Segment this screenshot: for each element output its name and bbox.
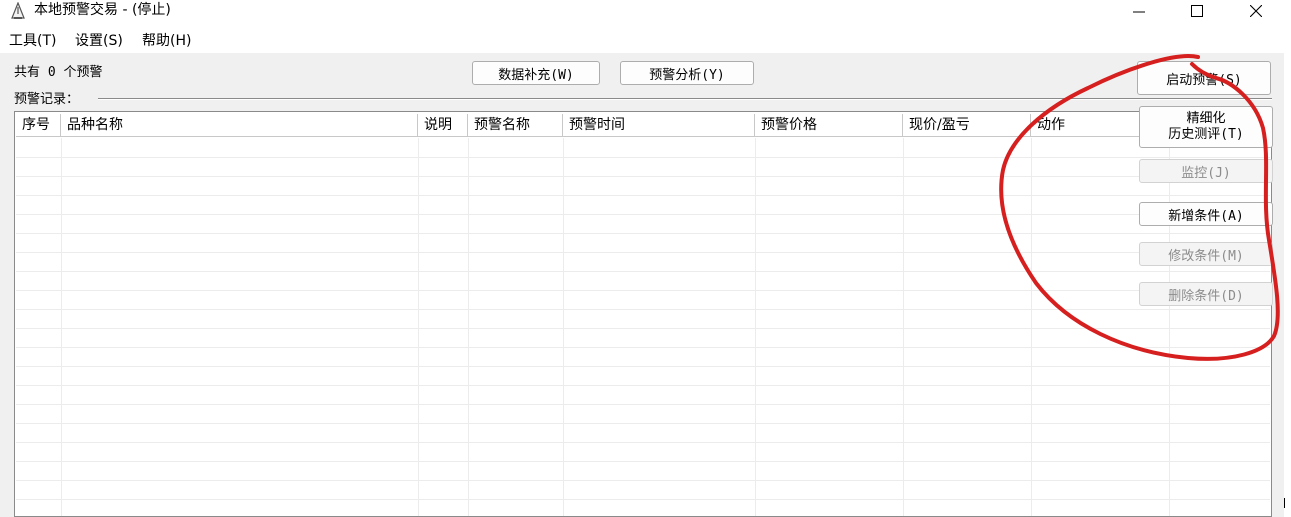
grid-row-line <box>16 423 1270 424</box>
grid-row-line <box>16 252 1270 253</box>
grid-row-line <box>16 442 1270 443</box>
group-divider <box>98 98 1272 100</box>
column-header-price-pnl[interactable]: 现价/盈亏 <box>903 114 1031 137</box>
column-header-alert-time[interactable]: 预警时间 <box>563 114 755 137</box>
data-fill-button[interactable]: 数据补充(W) <box>472 61 600 85</box>
column-header-alert-name[interactable]: 预警名称 <box>468 114 563 137</box>
alert-count-label: 共有 0 个预警 <box>14 65 103 80</box>
maximize-icon <box>1191 5 1203 17</box>
grid-row-line <box>16 480 1270 481</box>
grid-row-line <box>16 176 1270 177</box>
add-condition-button[interactable]: 新增条件(A) <box>1139 202 1273 226</box>
close-icon <box>1250 5 1262 17</box>
grid-row-line <box>16 195 1270 196</box>
maximize-button[interactable] <box>1174 0 1220 22</box>
column-header-index[interactable]: 序号 <box>16 114 61 137</box>
start-alert-button[interactable]: 启动预警(S) <box>1137 61 1271 95</box>
minimize-icon <box>1133 5 1145 17</box>
grid-row-line <box>16 385 1270 386</box>
grid-row-line <box>16 157 1270 158</box>
column-header-name[interactable]: 品种名称 <box>61 114 418 137</box>
edit-condition-button[interactable]: 修改条件(M) <box>1139 242 1273 266</box>
minimize-button[interactable] <box>1116 0 1162 22</box>
window-title: 本地预警交易 - (停止) <box>34 2 171 18</box>
monitor-button[interactable]: 监控(J) <box>1139 159 1273 183</box>
records-group-label: 预警记录： <box>14 91 84 108</box>
grid-row-line <box>16 290 1270 291</box>
grid-row-line <box>16 499 1270 500</box>
grid-row-line <box>16 214 1270 215</box>
grid-row-line <box>16 404 1270 405</box>
delete-condition-button[interactable]: 删除条件(D) <box>1139 282 1273 306</box>
refine-label-line2: 历史测评(T) <box>1168 127 1244 142</box>
triangle-alert-icon <box>10 1 26 20</box>
grid-row-line <box>16 461 1270 462</box>
menu-help[interactable]: 帮助(H) <box>142 33 191 50</box>
grid-row-line <box>16 233 1270 234</box>
grid-row-line <box>16 328 1270 329</box>
window-right-edge <box>1284 29 1291 517</box>
resize-grip[interactable] <box>1284 498 1285 508</box>
alert-records-table[interactable]: 序号 品种名称 说明 预警名称 预警时间 预警价格 现价/盈亏 动作 <box>14 111 1272 517</box>
menu-settings[interactable]: 设置(S) <box>75 33 123 50</box>
menu-bar: 工具(T) 设置(S) 帮助(H) <box>0 29 1284 53</box>
alert-analysis-button[interactable]: 预警分析(Y) <box>620 61 754 85</box>
grid-row-line <box>16 366 1270 367</box>
grid-row-line <box>16 309 1270 310</box>
column-header-note[interactable]: 说明 <box>418 114 468 137</box>
menu-tools[interactable]: 工具(T) <box>9 33 56 50</box>
close-button[interactable] <box>1233 0 1279 22</box>
column-header-alert-price[interactable]: 预警价格 <box>755 114 903 137</box>
title-bar: 本地预警交易 - (停止) <box>0 0 1291 29</box>
refine-label-line1: 精细化 <box>1186 111 1226 126</box>
grid-row-line <box>16 271 1270 272</box>
refine-history-eval-button[interactable]: 精细化 历史测评(T) <box>1139 106 1273 148</box>
grid-row-line <box>16 347 1270 348</box>
